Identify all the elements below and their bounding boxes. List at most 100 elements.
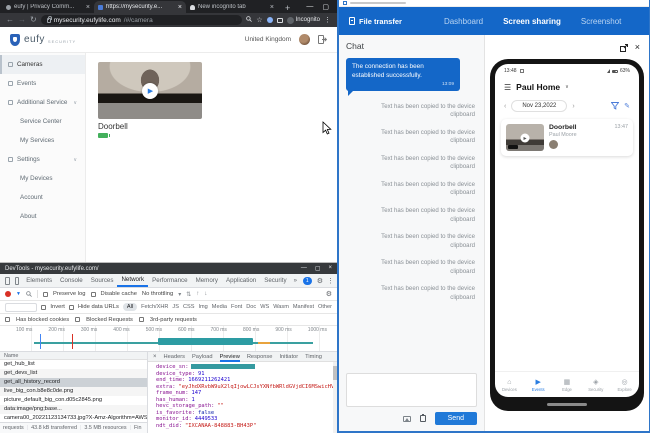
hamburger-menu-icon[interactable]: ☰ bbox=[504, 83, 511, 92]
file-transfer-button[interactable]: File transfer bbox=[349, 17, 402, 26]
side-panel-icon[interactable] bbox=[277, 18, 283, 23]
home-chevron-icon[interactable]: ∨ bbox=[565, 84, 569, 90]
request-type-filter[interactable]: All bbox=[123, 303, 137, 311]
devtools-tab[interactable]: Application bbox=[222, 274, 260, 287]
request-type-filter[interactable]: Media bbox=[212, 304, 227, 310]
minimize-icon[interactable]: — bbox=[306, 3, 313, 11]
invert-checkbox[interactable] bbox=[41, 305, 46, 310]
request-type-filter[interactable]: CSS bbox=[183, 304, 195, 310]
record-icon[interactable] bbox=[5, 291, 11, 297]
export-har-icon[interactable]: ↓ bbox=[204, 291, 207, 297]
phone-nav-item[interactable]: ⌂ Devices bbox=[495, 378, 524, 392]
network-overview-timeline[interactable]: 100 ms 200 ms 300 ms 400 ms 500 ms 600 m… bbox=[0, 326, 337, 352]
devtools-tab[interactable]: Memory bbox=[192, 274, 222, 287]
play-icon[interactable]: ▶ bbox=[142, 83, 158, 99]
reload-icon[interactable]: ↻ bbox=[30, 16, 37, 24]
sidebar-item[interactable]: Settings ∨ bbox=[0, 150, 85, 169]
preserve-log-checkbox[interactable] bbox=[43, 292, 48, 297]
detail-tab[interactable]: Preview bbox=[220, 352, 240, 362]
network-conditions-icon[interactable]: ⇅ bbox=[186, 291, 191, 298]
network-request-row[interactable]: camera00_20221123134733.jpg?X-Amz-Algori… bbox=[0, 414, 147, 422]
previous-day-icon[interactable]: ‹ bbox=[504, 103, 506, 110]
tab-close-icon[interactable]: × bbox=[270, 4, 274, 11]
devtools-minimize-icon[interactable]: — bbox=[301, 265, 307, 272]
network-request-row[interactable]: live_big_con.b8e8c0de.png bbox=[0, 387, 147, 396]
sidebar-item[interactable]: Cameras ∨ bbox=[0, 55, 85, 74]
address-bar[interactable]: mysecurity.eufylife.com /#/camera bbox=[41, 15, 243, 25]
detail-tab[interactable]: Initiator bbox=[279, 352, 298, 362]
requests-name-header[interactable]: Name bbox=[0, 352, 147, 360]
close-detail-icon[interactable]: × bbox=[153, 354, 157, 360]
phone-nav-item[interactable]: ▦ Edge bbox=[553, 378, 582, 392]
search-icon[interactable] bbox=[246, 16, 252, 24]
request-type-filter[interactable]: JS bbox=[172, 304, 179, 310]
filter-funnel-icon[interactable]: ▼ bbox=[16, 291, 21, 297]
remote-nav-tab[interactable]: Screenshot bbox=[581, 17, 621, 26]
remote-nav-tab[interactable]: Screen sharing bbox=[503, 17, 561, 26]
devtools-close-icon[interactable]: × bbox=[328, 265, 332, 272]
browser-menu-icon[interactable]: ⋮ bbox=[324, 16, 331, 24]
sidebar-item[interactable]: About ∨ bbox=[0, 207, 85, 226]
event-thumbnail[interactable]: ▶ bbox=[506, 124, 544, 151]
more-tabs-icon[interactable]: » bbox=[292, 278, 299, 284]
issues-badge[interactable]: 1 bbox=[303, 277, 312, 285]
filter-icon[interactable] bbox=[611, 102, 619, 110]
devtools-settings-icon[interactable]: ⚙ bbox=[317, 277, 323, 285]
request-type-filter[interactable]: Manifest bbox=[293, 304, 314, 310]
remote-nav-tab[interactable]: Dashboard bbox=[444, 17, 483, 26]
next-day-icon[interactable]: › bbox=[572, 103, 574, 110]
filter-input[interactable] bbox=[5, 303, 37, 312]
request-type-filter[interactable]: WS bbox=[260, 304, 269, 310]
chat-input[interactable] bbox=[346, 373, 477, 407]
network-settings-icon[interactable]: ⚙ bbox=[326, 290, 332, 298]
preview-json-body[interactable]: device_sn: device_type:91 end_time:16692… bbox=[148, 362, 337, 433]
browser-tab[interactable]: New incognito tab × bbox=[186, 1, 278, 13]
sidebar-item[interactable]: My Devices ∨ bbox=[0, 169, 85, 188]
import-har-icon[interactable]: ↑ bbox=[196, 291, 199, 297]
bookmark-star-icon[interactable]: ☆ bbox=[256, 16, 262, 24]
search-network-icon[interactable] bbox=[26, 291, 32, 297]
user-avatar[interactable] bbox=[299, 34, 310, 45]
devtools-maximize-icon[interactable]: ▢ bbox=[315, 265, 321, 272]
camera-card[interactable]: ▶ Doorbell bbox=[98, 62, 202, 138]
sidebar-item[interactable]: My Services ∨ bbox=[0, 131, 85, 150]
network-request-row[interactable]: get_hub_list bbox=[0, 360, 147, 369]
event-card[interactable]: ▶ Doorbell Paul Moore 13:47 bbox=[501, 119, 633, 156]
throttling-chevron-icon[interactable]: ▾ bbox=[178, 291, 181, 298]
edit-icon[interactable]: ✎ bbox=[624, 102, 630, 110]
detail-tab[interactable]: Headers bbox=[164, 352, 186, 362]
maximize-icon[interactable]: ▢ bbox=[322, 3, 329, 11]
device-toolbar-icon[interactable] bbox=[15, 277, 20, 285]
forward-icon[interactable]: → bbox=[18, 16, 26, 24]
devtools-tab[interactable]: Sources bbox=[87, 274, 118, 287]
detail-tab[interactable]: Response bbox=[247, 352, 273, 362]
attach-image-icon[interactable] bbox=[403, 416, 411, 422]
clipboard-icon[interactable] bbox=[420, 415, 426, 422]
send-button[interactable]: Send bbox=[435, 412, 477, 425]
request-type-filter[interactable]: Other bbox=[318, 304, 332, 310]
shared-phone-screen[interactable]: 13:48 63% ☰ Paul Home ∨ bbox=[490, 59, 644, 411]
hide-data-urls-checkbox[interactable] bbox=[69, 305, 74, 310]
devtools-tab[interactable]: Security bbox=[260, 274, 290, 287]
logout-icon[interactable] bbox=[318, 35, 327, 44]
phone-nav-item[interactable]: ◈ Security bbox=[581, 378, 610, 392]
close-icon[interactable]: × bbox=[635, 43, 640, 52]
phone-nav-item[interactable]: ◎ Explore bbox=[610, 378, 639, 392]
devtools-tab[interactable]: Elements bbox=[22, 274, 56, 287]
camera-thumbnail[interactable]: ▶ bbox=[98, 62, 202, 119]
new-tab-button[interactable]: + bbox=[278, 3, 297, 13]
detail-tab[interactable]: Timing bbox=[305, 352, 322, 362]
browser-tab[interactable]: https://mysecurity.e... × bbox=[94, 1, 186, 13]
request-type-filter[interactable]: Wasm bbox=[273, 304, 289, 310]
network-request-row[interactable]: picture_default_big_con.d05c2845.png bbox=[0, 396, 147, 405]
request-type-filter[interactable]: Doc bbox=[246, 304, 256, 310]
inspect-element-icon[interactable] bbox=[5, 277, 10, 285]
date-pill[interactable]: Nov 23,2022 bbox=[511, 100, 567, 112]
request-type-filter[interactable]: Img bbox=[198, 304, 207, 310]
sidebar-item[interactable]: Service Center ∨ bbox=[0, 112, 85, 131]
region-selector[interactable]: United Kingdom bbox=[245, 36, 291, 43]
blocked-cookies-checkbox[interactable] bbox=[5, 317, 10, 322]
extension-icon[interactable] bbox=[267, 17, 273, 23]
back-icon[interactable]: ← bbox=[6, 16, 14, 24]
devtools-menu-icon[interactable]: ⋮ bbox=[327, 277, 334, 285]
